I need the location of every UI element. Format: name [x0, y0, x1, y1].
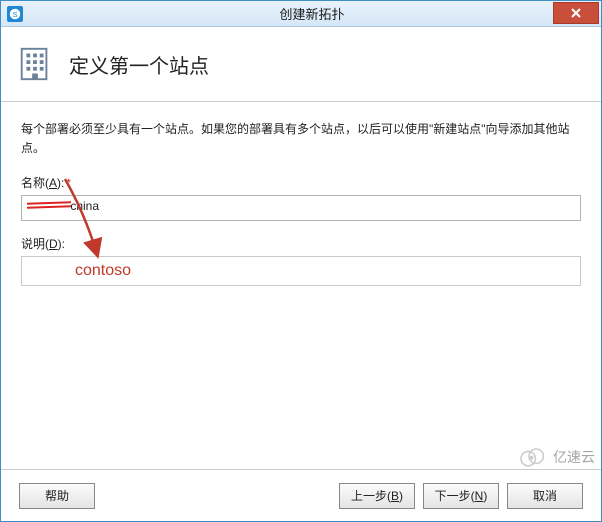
svg-text:S: S — [12, 10, 17, 19]
wizard-body: 每个部署必须至少具有一个站点。如果您的部署具有多个站点，以后可以使用"新建站点"… — [1, 102, 601, 469]
page-title: 定义第一个站点 — [69, 50, 209, 79]
description-input[interactable] — [21, 256, 581, 286]
redaction-mark — [27, 202, 71, 210]
watermark: 亿速云 — [517, 447, 595, 467]
watermark-logo-icon — [517, 447, 549, 467]
app-icon: S — [7, 6, 23, 22]
watermark-text: 亿速云 — [553, 447, 595, 467]
cancel-button[interactable]: 取消 — [507, 483, 583, 509]
building-icon — [15, 45, 55, 83]
name-label: 名称(A):* — [21, 174, 71, 191]
titlebar: S 创建新拓扑 — [1, 1, 601, 27]
help-button[interactable]: 帮助 — [19, 483, 95, 509]
dialog-window: S 创建新拓扑 定义第一个站点 每个部署必须至少具有一个站点。如果您的部署具有多… — [0, 0, 602, 522]
name-input[interactable] — [21, 195, 581, 221]
wizard-footer: 帮助 上一步(B) 下一步(N) 取消 — [1, 469, 601, 521]
required-asterisk: * — [66, 176, 71, 190]
window-title: 创建新拓扑 — [23, 4, 601, 23]
back-button[interactable]: 上一步(B) — [339, 483, 415, 509]
description-label: 说明(D): — [21, 235, 65, 252]
close-button[interactable] — [553, 2, 599, 24]
intro-text: 每个部署必须至少具有一个站点。如果您的部署具有多个站点，以后可以使用"新建站点"… — [21, 120, 581, 158]
wizard-header: 定义第一个站点 — [1, 27, 601, 102]
next-button[interactable]: 下一步(N) — [423, 483, 499, 509]
